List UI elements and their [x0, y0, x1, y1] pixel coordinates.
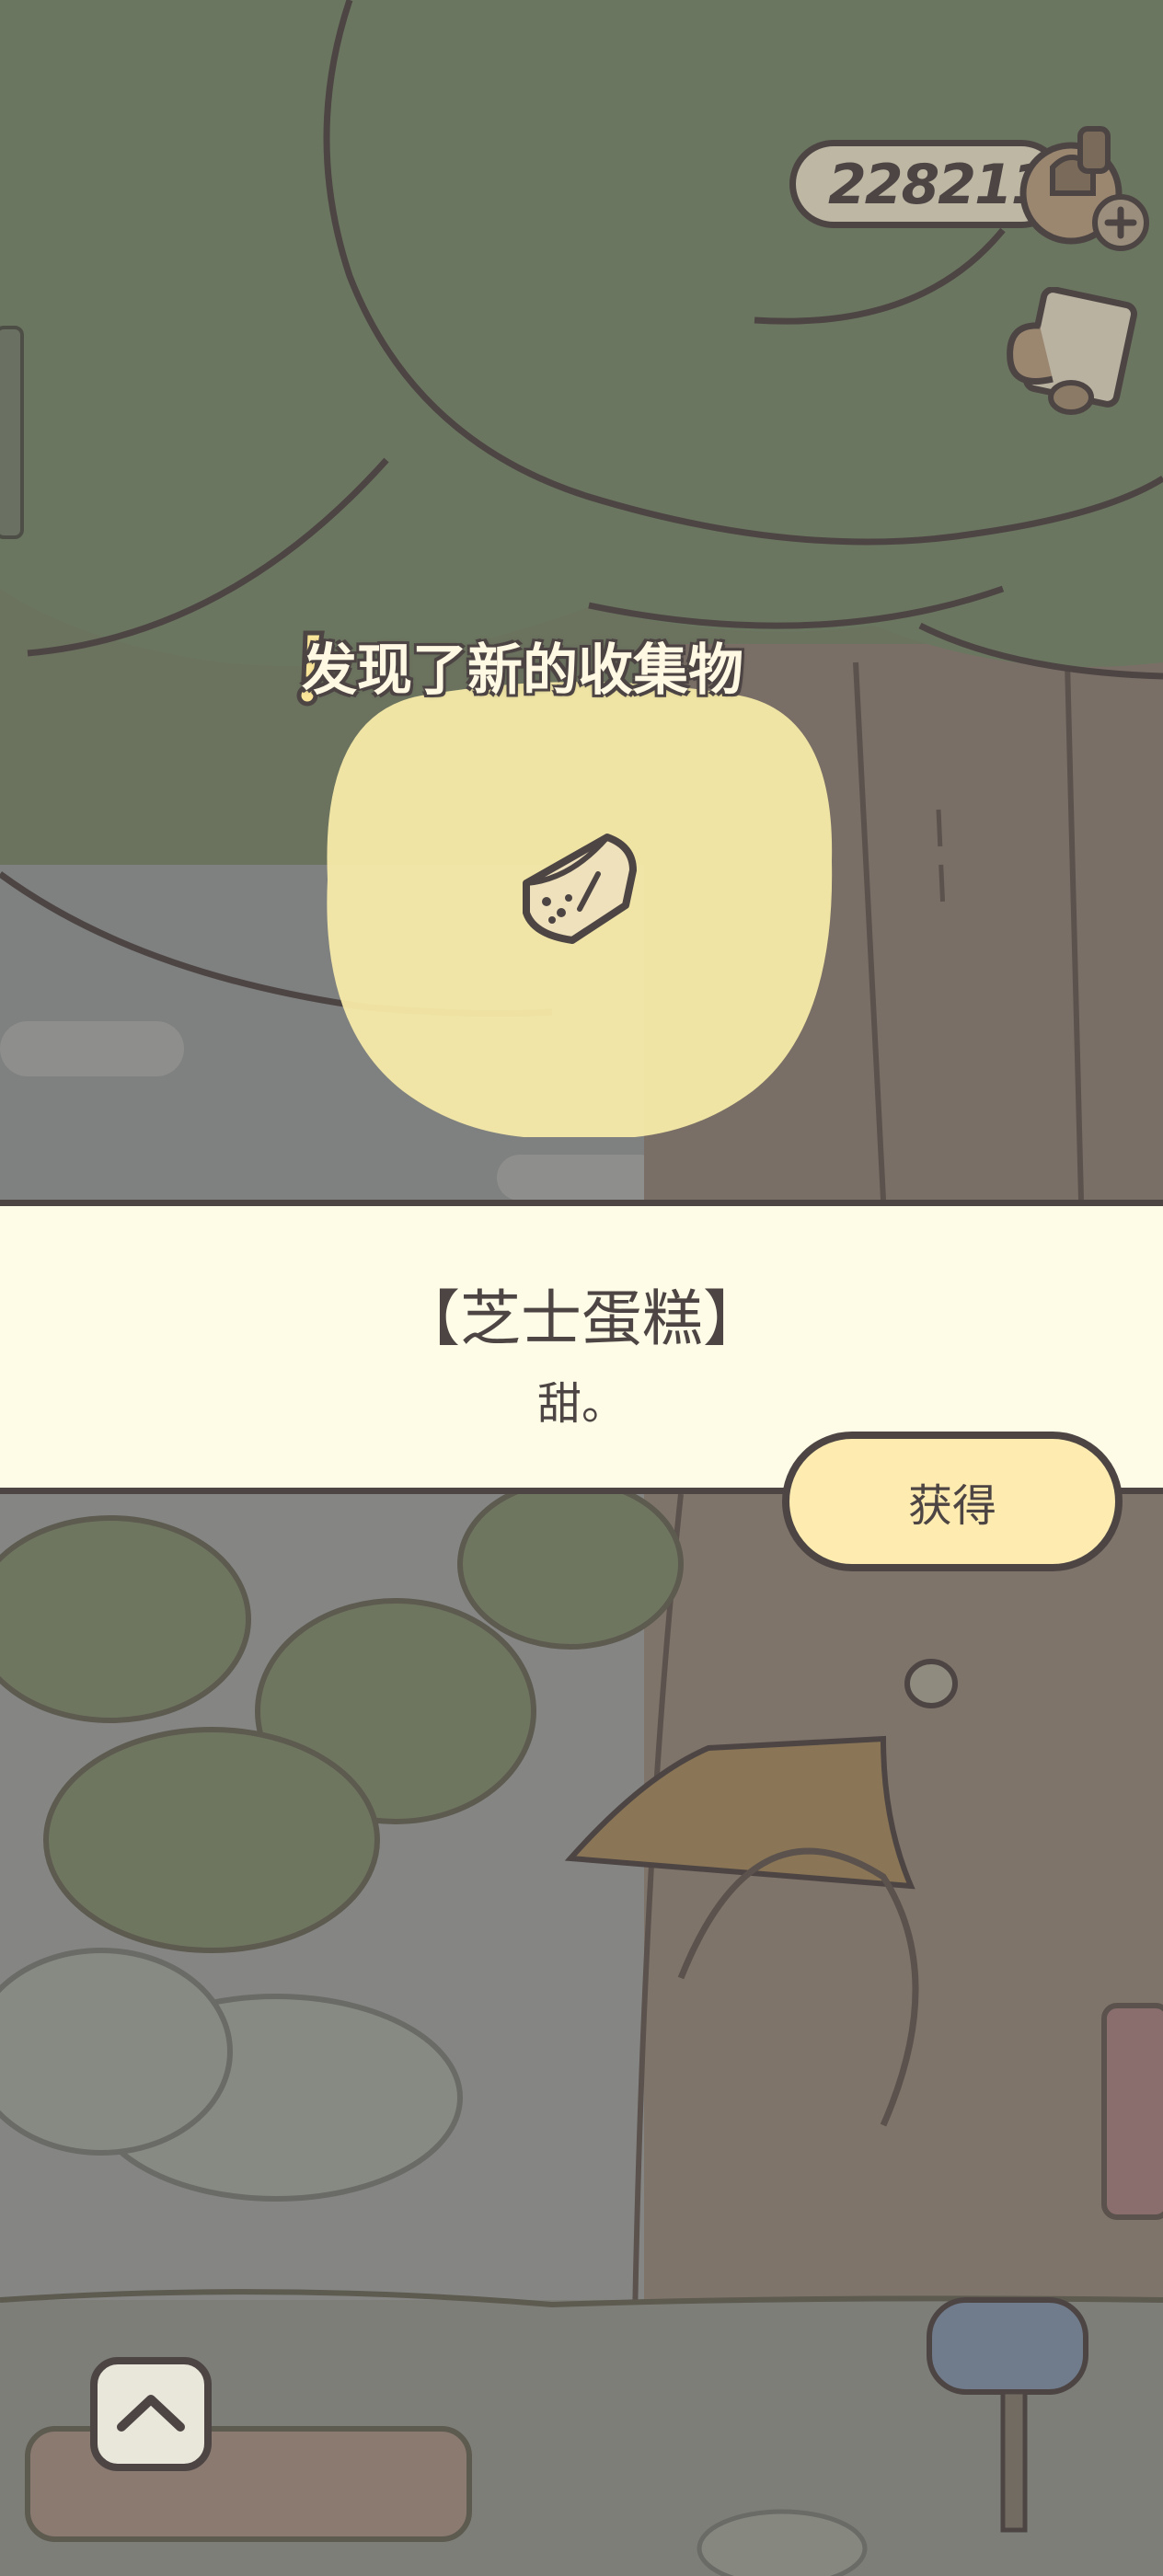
- obtain-button[interactable]: 获得: [782, 1432, 1123, 1571]
- side-drawer-tab[interactable]: [0, 326, 24, 539]
- currency-value: 228211: [828, 153, 1049, 217]
- discovery-headline: 发现了新的收集物: [302, 638, 743, 703]
- plus-icon: [1092, 194, 1149, 251]
- clover-acorn-icon[interactable]: [1016, 120, 1154, 258]
- obtain-button-label: 获得: [907, 1480, 996, 1532]
- item-description: 甜。: [536, 1378, 626, 1430]
- cheesecake-icon[interactable]: [515, 828, 644, 948]
- mug-icon[interactable]: [997, 287, 1141, 418]
- scroll-up-button[interactable]: [90, 2357, 212, 2471]
- chevron-up-icon: [117, 2395, 185, 2432]
- item-name: 【芝士蛋糕】: [399, 1283, 764, 1354]
